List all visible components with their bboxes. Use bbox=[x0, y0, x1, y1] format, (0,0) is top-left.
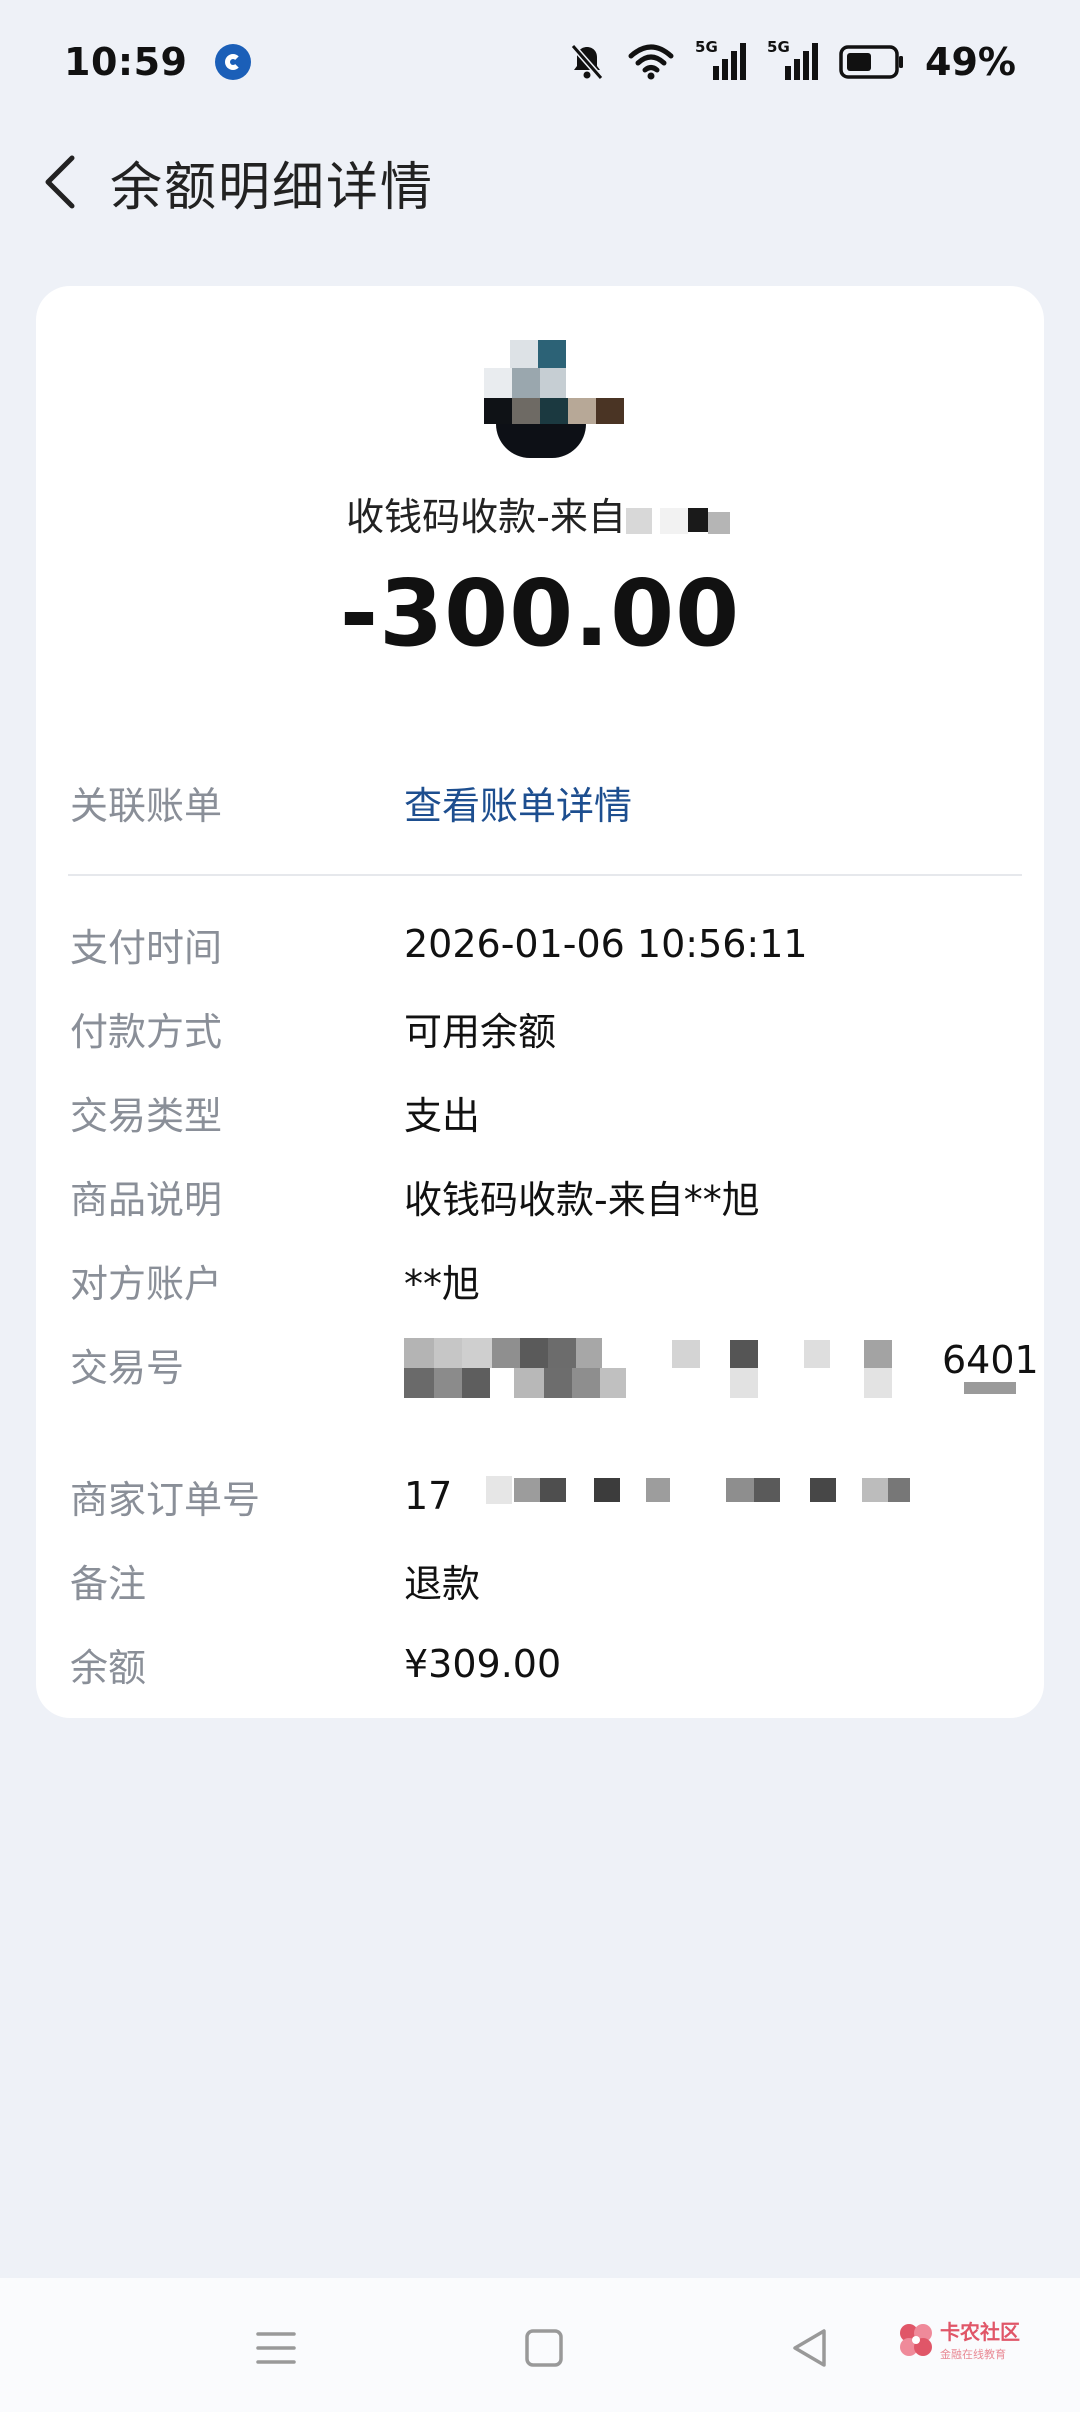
menu-icon bbox=[256, 2332, 296, 2364]
wifi-icon bbox=[628, 44, 674, 80]
balance-value: ¥309.00 bbox=[404, 1642, 562, 1686]
back-nav-button[interactable] bbox=[770, 2308, 850, 2388]
row-label: 商家订单号 bbox=[70, 1477, 261, 1522]
brand-watermark: 卡农社区 金融在线教育 bbox=[896, 2312, 1026, 2372]
row-label: 交易类型 bbox=[70, 1093, 223, 1138]
product-description-row: 商品说明 收钱码收款-来自**旭 bbox=[70, 1166, 1020, 1226]
row-label: 备注 bbox=[70, 1561, 147, 1606]
status-bar: 10:59 5G 5G 49% bbox=[0, 0, 1080, 124]
divider bbox=[68, 874, 1022, 876]
screen: 10:59 5G 5G 49% 余额明细详情 收钱码收款-来自 -300.00 … bbox=[0, 0, 1080, 2412]
row-label: 支付时间 bbox=[70, 925, 223, 970]
redacted-mosaic bbox=[404, 1338, 1024, 1400]
payment-method-value: 可用余额 bbox=[404, 1009, 557, 1054]
transaction-amount: -300.00 bbox=[339, 560, 741, 667]
battery-icon bbox=[839, 45, 904, 79]
back-button[interactable] bbox=[0, 124, 110, 240]
status-icons: 5G 5G 49% bbox=[567, 38, 1016, 84]
merchant-name-text: 收钱码收款-来自 bbox=[346, 495, 626, 539]
row-label: 交易号 bbox=[70, 1345, 185, 1390]
menu-button[interactable] bbox=[236, 2308, 316, 2388]
transaction-id-suffix: 6401 bbox=[940, 1338, 1041, 1382]
payment-method-row: 付款方式 可用余额 bbox=[70, 998, 1020, 1058]
home-square-icon bbox=[525, 2329, 563, 2367]
counterparty-value: **旭 bbox=[404, 1261, 481, 1306]
mute-bell-icon bbox=[570, 44, 604, 80]
transaction-type-value: 支出 bbox=[404, 1093, 481, 1138]
merchant-order-prefix: 17 bbox=[404, 1474, 453, 1518]
row-label: 商品说明 bbox=[70, 1177, 223, 1222]
row-label: 付款方式 bbox=[70, 1009, 223, 1054]
linked-bill-row: 关联账单 查看账单详情 bbox=[70, 772, 1020, 832]
app-badge-icon bbox=[215, 44, 252, 80]
signal-icon: 5G bbox=[695, 38, 747, 82]
remark-row: 备注 退款 bbox=[70, 1550, 1020, 1610]
avatar bbox=[484, 340, 624, 460]
watermark-tagline: 金融在线教育 bbox=[940, 2348, 1006, 2361]
merchant-name: 收钱码收款-来自 bbox=[0, 486, 1080, 541]
chevron-left-icon bbox=[45, 155, 75, 209]
page-title: 余额明细详情 bbox=[110, 157, 435, 218]
home-button[interactable] bbox=[504, 2308, 584, 2388]
watermark-brand: 卡农社区 bbox=[940, 2320, 1020, 2344]
linked-bill-label: 关联账单 bbox=[70, 783, 223, 828]
signal-icon: 5G bbox=[767, 38, 819, 82]
clover-logo-icon bbox=[900, 2324, 932, 2356]
back-triangle-icon bbox=[793, 2329, 826, 2367]
redacted-mosaic bbox=[486, 1476, 926, 1516]
row-label: 对方账户 bbox=[70, 1261, 223, 1306]
transaction-type-row: 交易类型 支出 bbox=[70, 1082, 1020, 1142]
header: 余额明细详情 bbox=[0, 124, 1080, 240]
remark-value: 退款 bbox=[404, 1561, 481, 1606]
balance-row: 余额 ¥309.00 bbox=[70, 1634, 1020, 1694]
redacted-mosaic bbox=[625, 502, 734, 538]
row-label: 余额 bbox=[70, 1645, 147, 1690]
payment-time-row: 支付时间 2026-01-06 10:56:11 bbox=[70, 914, 1020, 974]
battery-percent: 49% bbox=[925, 40, 1016, 84]
status-time: 10:59 bbox=[64, 40, 188, 84]
counterparty-row: 对方账户 **旭 bbox=[70, 1250, 1020, 1310]
product-description-value: 收钱码收款-来自**旭 bbox=[404, 1177, 760, 1222]
payment-time-value: 2026-01-06 10:56:11 bbox=[404, 922, 808, 966]
view-bill-link[interactable]: 查看账单详情 bbox=[404, 775, 632, 830]
